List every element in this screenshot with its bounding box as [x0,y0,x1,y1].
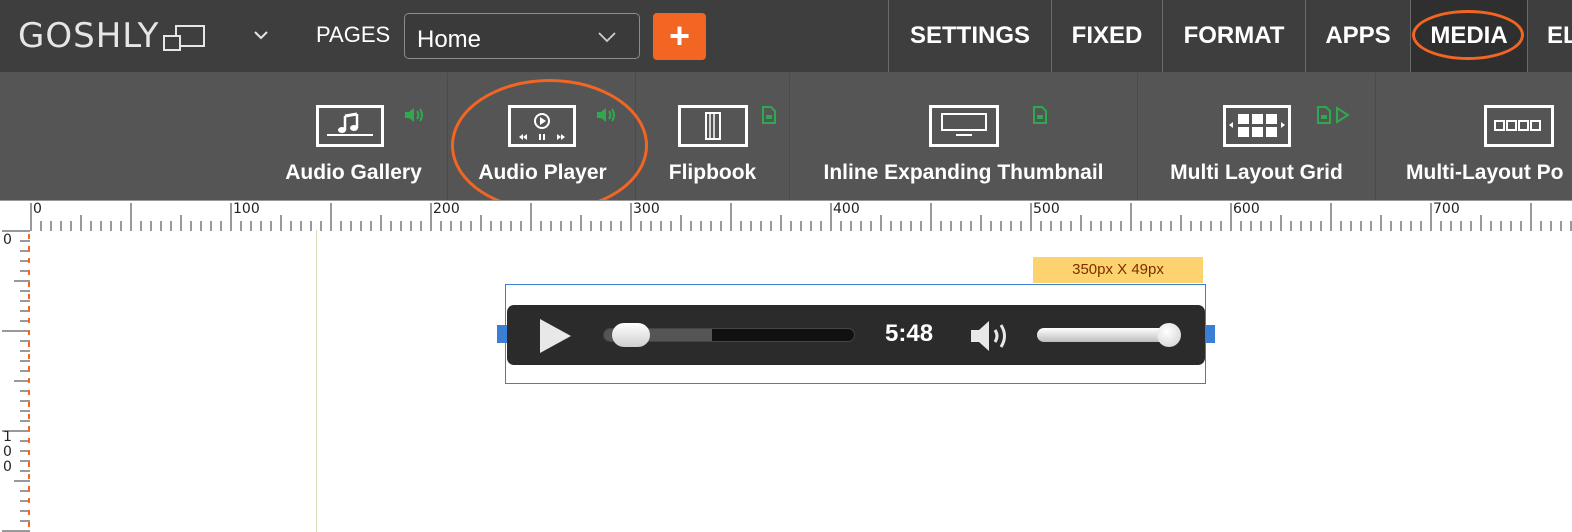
ruler-label: 400 [833,201,860,217]
ruler-ticks [2,230,30,532]
chevron-down-icon[interactable] [252,26,270,44]
file-badge-icon [762,106,776,124]
tab-format[interactable]: FORMAT [1162,0,1305,72]
pages-label: PAGES [316,22,391,47]
ruler-label: 300 [633,201,660,217]
strip-icon [1484,105,1554,147]
volume-icon[interactable] [969,319,1015,353]
widget-audio-gallery[interactable]: Audio Gallery [260,73,448,200]
guide-line [316,230,317,532]
time-display: 5:48 [885,320,934,347]
ruler-label: 200 [433,201,460,217]
widget-label: Inline Expanding Thumbnail [823,161,1104,184]
file-play-badge-icon [1317,106,1350,124]
vertical-ruler[interactable]: 0 1 0 0 [0,230,30,532]
widget-label: Audio Gallery [285,161,422,184]
logo-text: GOSHLY [18,16,160,56]
tab-apps[interactable]: APPS [1305,0,1410,72]
logo-screens-icon [161,21,207,51]
ruler-label: 1 0 0 [3,429,12,475]
ruler-label: 700 [1433,201,1460,217]
widget-flipbook[interactable]: Flipbook [636,73,790,200]
tab-elements[interactable]: EL [1527,0,1572,72]
tab-fixed[interactable]: FIXED [1051,0,1162,72]
widget-multi-layout-portfolio[interactable]: Multi-Layout Po [1376,73,1572,200]
volume-handle[interactable] [1156,323,1181,347]
ruler-label: 0 [33,201,42,217]
goshly-logo[interactable]: GOSHLY [18,14,207,58]
size-tag: 350px X 49px [1033,257,1203,283]
horizontal-ruler[interactable]: 0 100 200 300 400 500 600 700 [30,200,1572,231]
volume-slider[interactable] [1037,328,1167,342]
page-select-value: Home [417,26,482,53]
widget-inline-expanding-thumbnail[interactable]: Inline Expanding Thumbnail [790,73,1138,200]
ruler-label: 100 [233,201,260,217]
add-page-button[interactable]: + [653,13,706,60]
ruler-label: 500 [1033,201,1060,217]
tab-settings[interactable]: SETTINGS [888,0,1051,72]
page-select-dropdown[interactable]: Home [404,13,640,59]
audio-player-widget[interactable]: 5:48 [507,305,1205,365]
monitor-icon [929,105,999,147]
file-badge-icon [1033,106,1047,124]
widget-multi-layout-grid[interactable]: Multi Layout Grid [1138,73,1376,200]
ruler-label: 600 [1233,201,1260,217]
widget-label: Multi Layout Grid [1170,161,1343,184]
audio-player-highlight-circle [451,79,648,212]
progress-handle[interactable] [611,323,650,347]
chevron-down-icon [598,32,616,43]
ruler-label: 0 [3,232,12,248]
play-icon[interactable] [537,318,573,354]
music-note-icon [316,105,384,147]
widget-label: Flipbook [668,161,757,184]
speaker-badge-icon [405,108,423,122]
top-bar: GOSHLY PAGES Home + SETTINGS FIXED FORMA… [0,0,1572,73]
flipbook-icon [678,105,748,147]
grid-icon [1223,105,1291,147]
media-widget-toolbar: Audio Gallery Audio Player Flipbook Inli… [0,73,1572,200]
ruler-corner [0,200,30,231]
widget-label: Multi-Layout Po [1406,161,1564,184]
ruler-ticks [30,203,1572,231]
media-tab-highlight-circle [1412,10,1524,60]
